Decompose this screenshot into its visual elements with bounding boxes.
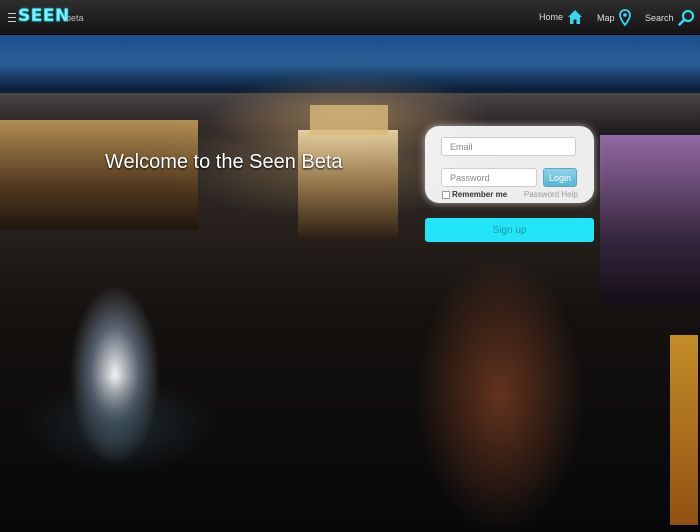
map-pin-icon xyxy=(618,9,631,26)
nav-map-label: Map xyxy=(597,12,615,23)
fountain-pool xyxy=(0,365,300,532)
strip-buildings-right xyxy=(600,135,700,305)
welcome-heading: Welcome to the Seen Beta xyxy=(105,151,343,173)
checkbox-box[interactable] xyxy=(442,190,450,199)
password-field[interactable] xyxy=(441,168,537,187)
nav-home-label: Home xyxy=(539,12,564,22)
hero-background-image: Welcome to the Seen Beta Login Remember … xyxy=(0,35,700,532)
home-icon xyxy=(568,10,583,24)
login-button[interactable]: Login xyxy=(543,168,577,187)
nav-search[interactable]: Search xyxy=(645,9,695,26)
signup-button[interactable]: Sign up xyxy=(425,218,594,242)
hotel-building-left xyxy=(0,120,198,230)
nav-home[interactable]: Home xyxy=(539,9,583,25)
app-logo[interactable]: SEEN xyxy=(18,6,70,26)
search-icon xyxy=(677,9,694,26)
nav-map[interactable]: Map xyxy=(597,9,631,26)
hotel-tower-center xyxy=(310,105,388,135)
top-navigation-bar: SEEN beta Home Map Search xyxy=(0,0,700,35)
login-form: Login Remember me Password Help xyxy=(425,126,594,203)
nav-search-label: Search xyxy=(645,12,674,23)
password-help-link[interactable]: Password Help xyxy=(524,190,578,199)
menu-icon[interactable] xyxy=(8,13,16,22)
beta-badge: beta xyxy=(66,13,84,23)
email-field[interactable] xyxy=(441,137,576,156)
remember-me-label: Remember me xyxy=(452,190,508,199)
hotel-building-center xyxy=(298,130,398,240)
ballys-sign xyxy=(670,335,698,525)
remember-me-checkbox[interactable]: Remember me xyxy=(442,190,507,199)
